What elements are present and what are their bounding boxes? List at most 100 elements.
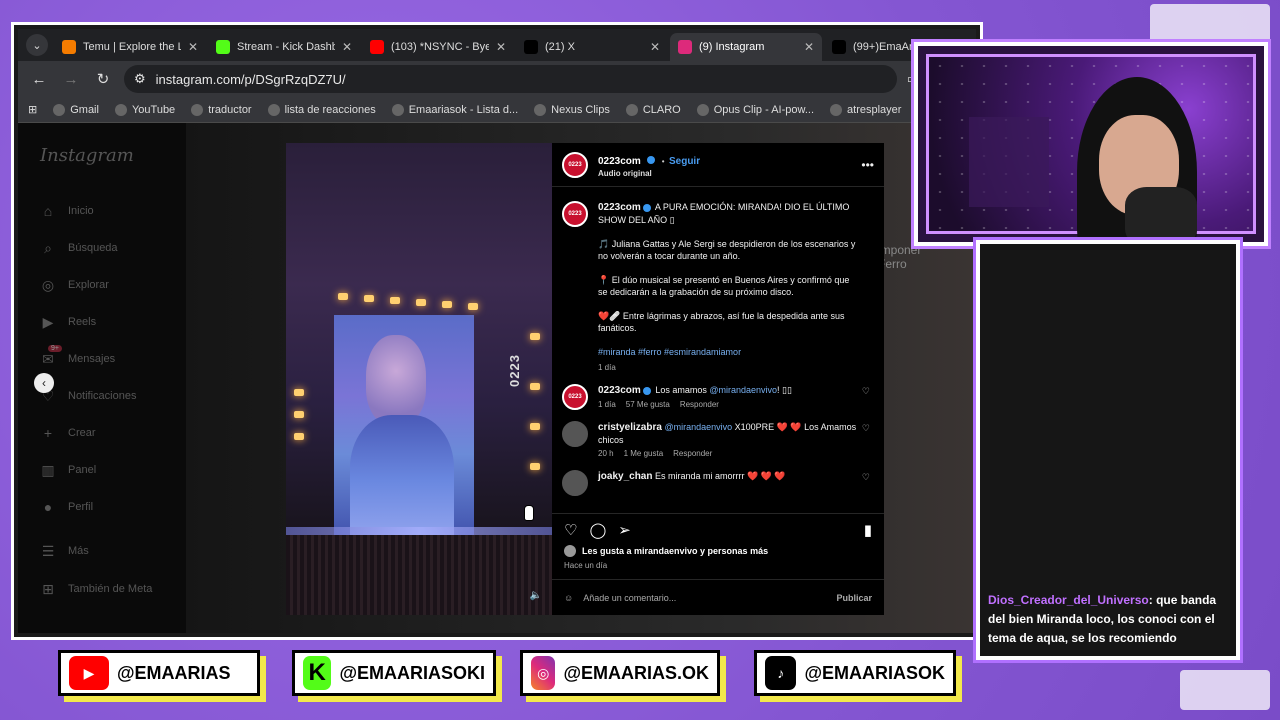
bookmark-favicon-icon — [391, 103, 404, 116]
reply-button[interactable]: Responder — [673, 448, 712, 460]
sidebar-item-more[interactable]: ☰ Más — [28, 532, 89, 569]
streamer-hand — [1125, 187, 1197, 242]
comment-like-icon[interactable]: ♡ — [862, 472, 870, 483]
chat-panel: Dios_Creador_del_Universo: que banda del… — [973, 237, 1243, 663]
youtube-icon: ▶ — [69, 656, 109, 690]
comments-list[interactable]: 0223 0223com A PURA EMOCIÓN: MIRANDA! DI… — [552, 187, 884, 501]
mute-icon[interactable]: 🔈 — [530, 590, 542, 601]
verified-icon — [642, 386, 651, 395]
author-name[interactable]: 0223com — [598, 156, 641, 167]
crowd — [286, 535, 552, 615]
apps-icon[interactable]: ⊞ — [28, 103, 37, 116]
close-icon[interactable]: ✕ — [650, 40, 660, 54]
commenter-avatar[interactable] — [562, 470, 588, 496]
kick-icon — [216, 40, 230, 54]
reload-button[interactable]: ↻ — [92, 70, 114, 88]
emoji-icon[interactable]: ☺ — [564, 593, 573, 603]
bookmark-label: atresplayer — [847, 103, 902, 116]
comment-likes[interactable]: 57 Me gusta — [626, 399, 670, 411]
sidebar-item-crear[interactable]: + Crear — [28, 414, 176, 451]
forward-button[interactable]: → — [60, 71, 82, 88]
x-icon — [524, 40, 538, 54]
bookmark-item[interactable]: Opus Clip - AI-pow... — [696, 103, 814, 116]
comment-input[interactable]: Añade un comentario... — [583, 593, 676, 603]
site-info-icon[interactable]: ⚙ — [134, 71, 146, 87]
instagram-logo[interactable]: Instagram — [40, 145, 176, 166]
bookmark-item[interactable]: traductor — [191, 103, 252, 116]
bookmark-label: CLARO — [642, 103, 681, 116]
sidebar-item-mensajes[interactable]: ✉ 9+ Mensajes — [28, 340, 176, 377]
close-icon[interactable]: ✕ — [188, 40, 198, 54]
social-handle: @EMAARIAS — [117, 662, 231, 683]
hashtags[interactable]: #miranda #ferro #esmirandamiamor — [598, 346, 858, 358]
bookmark-item[interactable]: Emaariasok - Lista d... — [391, 103, 518, 116]
close-icon[interactable]: ✕ — [496, 40, 506, 54]
author-avatar[interactable]: 0223 — [562, 151, 588, 178]
background-post-text: imponer Ferro — [878, 243, 922, 271]
browser-tab[interactable]: (21) X ✕ — [516, 33, 668, 61]
close-icon[interactable]: ✕ — [804, 40, 814, 54]
reel-video[interactable]: 0223 🔈 — [286, 143, 552, 615]
caption-paragraph: 📍 El dúo musical se presentó en Buenos A… — [598, 275, 850, 297]
sidebar-item-reels[interactable]: ▶ Reels — [28, 303, 176, 340]
commenter-name[interactable]: 0223com — [598, 385, 641, 396]
comment-like-icon[interactable]: ♡ — [862, 386, 870, 397]
author-avatar[interactable]: 0223 — [562, 201, 588, 227]
tab-search-button[interactable]: ⌄ — [26, 34, 48, 56]
commenter-name[interactable]: joaky_chan — [598, 471, 652, 482]
bookmark-item[interactable]: lista de reacciones — [267, 103, 376, 116]
tab-bar: ⌄ Temu | Explore the La ✕ Stream - Kick … — [18, 29, 976, 61]
bookmark-label: YouTube — [131, 103, 176, 116]
search-icon: ⌕ — [44, 239, 52, 256]
verified-icon — [642, 203, 651, 212]
audio-label[interactable]: Audio original — [598, 169, 700, 178]
mention-link[interactable]: @mirandaenvivo — [709, 385, 777, 395]
close-icon[interactable]: ✕ — [342, 40, 352, 54]
like-icon[interactable]: ♡ — [564, 521, 577, 539]
browser-tab[interactable]: (9) Instagram ✕ — [670, 33, 822, 61]
publish-button[interactable]: Publicar — [836, 593, 872, 603]
mention-link[interactable]: @mirandaenvivo — [664, 422, 732, 432]
browser-tab[interactable]: (103) *NSYNC - Bye B ✕ — [362, 33, 514, 61]
commenter-avatar[interactable]: 0223 — [562, 384, 588, 410]
sidebar-item-label: Crear — [68, 426, 96, 439]
bookmark-item[interactable]: YouTube — [114, 103, 176, 116]
sidebar-item-perfil[interactable]: ● Perfil — [28, 488, 176, 525]
commenter-name[interactable]: cristyelizabra — [598, 422, 662, 433]
sidebar-item-inicio[interactable]: ⌂ Inicio — [28, 192, 176, 229]
author-name[interactable]: 0223com — [598, 202, 641, 213]
bookmark-label: Gmail — [70, 103, 99, 116]
likes-summary[interactable]: Les gusta a mirandaenvivo y personas más — [564, 545, 768, 557]
commenter-avatar[interactable] — [562, 421, 588, 447]
sidebar-item-búsqueda[interactable]: ⌕ Búsqueda — [28, 229, 176, 266]
bookmark-icon[interactable]: ▮ — [864, 521, 872, 539]
profile-icon: ● — [43, 498, 53, 515]
comment-like-icon[interactable]: ♡ — [862, 423, 870, 434]
bookmark-item[interactable]: Nexus Clips — [534, 103, 610, 116]
sidebar-item-panel[interactable]: ▥ Panel — [28, 451, 176, 488]
address-bar[interactable]: ⚙ instagram.com/p/DSgrRzqDZ7U/ — [124, 65, 897, 93]
bookmark-favicon-icon — [830, 103, 843, 116]
tiktok-icon-glyph: ♪ — [777, 665, 785, 681]
social-badge: K @EMAARIASOKI — [292, 650, 496, 696]
share-icon[interactable]: ➢ — [618, 521, 631, 539]
browser-tab[interactable]: Temu | Explore the La ✕ — [54, 33, 206, 61]
comment-text: ! ▯▯ — [777, 385, 792, 395]
bookmark-item[interactable]: CLARO — [625, 103, 681, 116]
pixel-cloud — [1180, 670, 1270, 710]
dashboard-icon: ▥ — [41, 461, 55, 478]
follow-button[interactable]: Seguir — [669, 156, 700, 167]
comment-icon[interactable]: ◯ — [589, 521, 606, 539]
sidebar-item-explorar[interactable]: ◎ Explorar — [28, 266, 176, 303]
more-options-icon[interactable]: ••• — [861, 158, 874, 172]
back-button[interactable]: ← — [28, 71, 50, 88]
bookmark-item[interactable]: Gmail — [53, 103, 99, 116]
sidebar-item-meta[interactable]: ⊞ También de Meta — [28, 570, 152, 607]
reply-button[interactable]: Responder — [680, 399, 719, 411]
social-badge: ♪ @EMAARIASOK TikTok — [754, 650, 956, 696]
previous-post-button[interactable]: ‹ — [34, 373, 54, 393]
bookmark-favicon-icon — [696, 103, 709, 116]
bookmark-item[interactable]: atresplayer — [830, 103, 902, 116]
browser-tab[interactable]: Stream - Kick Dashbo ✕ — [208, 33, 360, 61]
comment-likes[interactable]: 1 Me gusta — [624, 448, 664, 460]
